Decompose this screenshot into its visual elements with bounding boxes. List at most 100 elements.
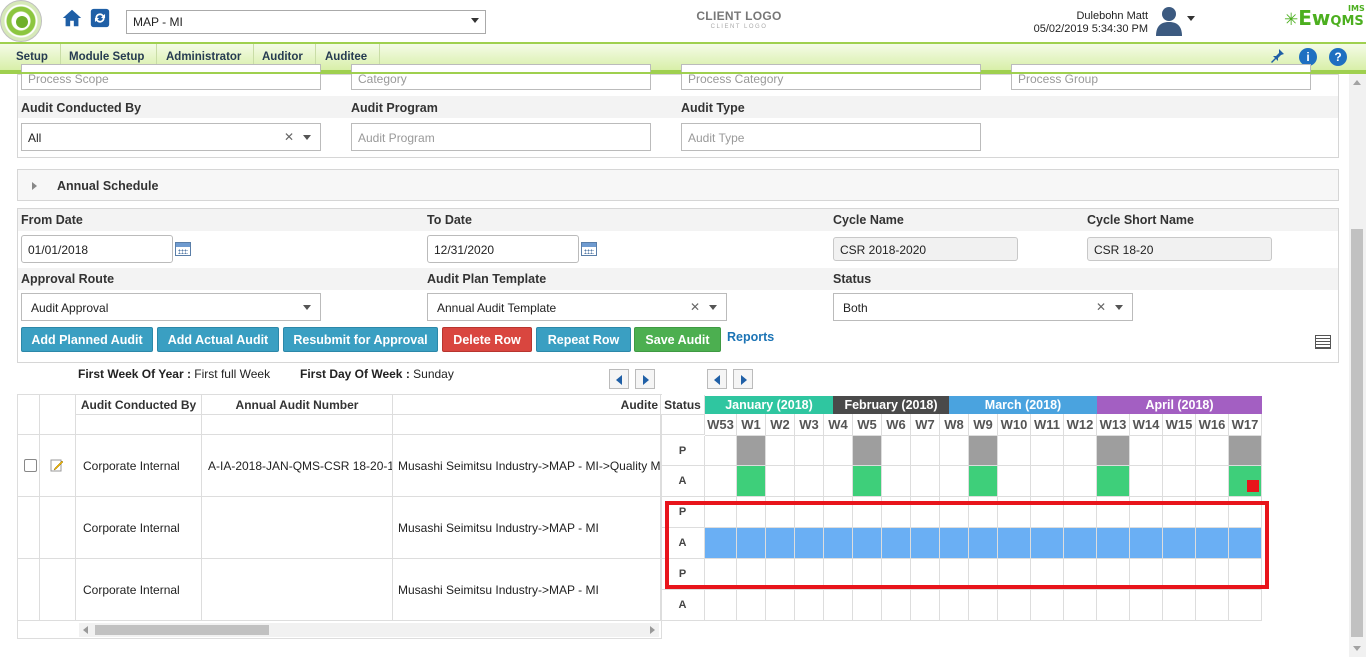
schedule-cell[interactable] (969, 528, 998, 559)
schedule-cell[interactable] (969, 466, 998, 497)
schedule-cell[interactable] (1196, 559, 1229, 590)
row-audit-number[interactable]: A-IA-2018-JAN-QMS-CSR 18-20-1 (202, 435, 393, 497)
schedule-cell[interactable] (911, 436, 940, 466)
schedule-cell[interactable] (1097, 497, 1130, 528)
schedule-cell[interactable] (737, 497, 766, 528)
schedule-cell[interactable] (766, 497, 795, 528)
schedule-cell[interactable] (824, 559, 853, 590)
schedule-cell[interactable] (882, 559, 911, 590)
scrollbar-thumb[interactable] (1351, 229, 1363, 637)
app-logo[interactable] (0, 0, 42, 42)
schedule-cell[interactable] (1130, 528, 1163, 559)
schedule-cell[interactable] (882, 590, 911, 621)
schedule-cell[interactable] (1130, 590, 1163, 621)
resubmit-for-approval-button[interactable]: Resubmit for Approval (283, 327, 438, 352)
schedule-cell[interactable] (1196, 497, 1229, 528)
schedule-cell[interactable] (853, 559, 882, 590)
prev-month-button[interactable] (707, 369, 727, 389)
schedule-cell[interactable] (795, 466, 824, 497)
schedule-cell[interactable] (766, 559, 795, 590)
prev-page-button[interactable] (609, 369, 629, 389)
clear-icon[interactable]: ✕ (1096, 300, 1106, 314)
pin-button[interactable] (1268, 47, 1286, 65)
schedule-cell[interactable] (1196, 528, 1229, 559)
process-category-input[interactable]: Process Category (681, 64, 981, 90)
row-checkbox[interactable] (24, 459, 37, 472)
schedule-cell[interactable] (766, 528, 795, 559)
user-menu-caret-icon[interactable] (1187, 16, 1195, 21)
grid-header-conducted-by[interactable]: Audit Conducted By (76, 395, 202, 415)
schedule-cell[interactable] (795, 528, 824, 559)
next-month-button[interactable] (733, 369, 753, 389)
schedule-cell[interactable] (737, 436, 766, 466)
audit-type-input[interactable]: Audit Type (681, 123, 981, 151)
home-button[interactable] (58, 4, 86, 32)
status-select[interactable]: Both ✕ (833, 293, 1133, 321)
schedule-cell[interactable] (853, 497, 882, 528)
schedule-cell[interactable] (705, 559, 737, 590)
column-list-icon[interactable] (1315, 335, 1331, 349)
schedule-cell[interactable] (998, 590, 1031, 621)
delete-row-button[interactable]: Delete Row (442, 327, 532, 352)
schedule-cell[interactable] (766, 436, 795, 466)
schedule-cell[interactable] (1031, 497, 1064, 528)
schedule-cell[interactable] (1229, 528, 1262, 559)
schedule-cell[interactable] (705, 497, 737, 528)
schedule-cell[interactable] (1097, 528, 1130, 559)
edit-icon[interactable] (50, 458, 64, 472)
schedule-cell[interactable] (1163, 466, 1196, 497)
schedule-cell[interactable] (911, 466, 940, 497)
schedule-cell[interactable] (969, 590, 998, 621)
schedule-cell[interactable] (882, 466, 911, 497)
site-select[interactable]: MAP - MI (126, 10, 486, 34)
schedule-cell[interactable] (1229, 559, 1262, 590)
schedule-cell[interactable] (705, 528, 737, 559)
schedule-cell[interactable] (737, 559, 766, 590)
grid-header-audit-number[interactable]: Annual Audit Number (202, 395, 393, 415)
schedule-cell[interactable] (795, 497, 824, 528)
add-planned-audit-button[interactable]: Add Planned Audit (21, 327, 153, 352)
process-scope-input[interactable]: Process Scope (21, 64, 321, 90)
schedule-cell[interactable] (824, 466, 853, 497)
calendar-icon[interactable] (581, 242, 597, 256)
add-actual-audit-button[interactable]: Add Actual Audit (157, 327, 279, 352)
grid-header-auditee[interactable]: Audite (393, 395, 661, 415)
schedule-cell[interactable] (940, 436, 969, 466)
schedule-cell[interactable] (1064, 559, 1097, 590)
schedule-cell[interactable] (853, 466, 882, 497)
schedule-cell[interactable] (998, 436, 1031, 466)
schedule-cell[interactable] (998, 528, 1031, 559)
schedule-cell[interactable] (1229, 590, 1262, 621)
schedule-cell[interactable] (795, 590, 824, 621)
category-input[interactable]: Category (351, 64, 651, 90)
schedule-cell[interactable] (1163, 497, 1196, 528)
schedule-cell[interactable] (705, 436, 737, 466)
refresh-button[interactable] (86, 4, 114, 32)
from-date-input[interactable]: 01/01/2018 (21, 235, 173, 263)
schedule-cell[interactable] (824, 497, 853, 528)
scroll-up-icon[interactable] (1353, 80, 1361, 85)
scroll-left-icon[interactable] (83, 626, 88, 634)
schedule-cell[interactable] (1031, 559, 1064, 590)
schedule-cell[interactable] (766, 590, 795, 621)
schedule-cell[interactable] (1097, 590, 1130, 621)
schedule-cell[interactable] (1229, 497, 1262, 528)
actual-marker[interactable] (1247, 480, 1259, 492)
cycle-name-input[interactable]: CSR 2018-2020 (833, 237, 1018, 261)
schedule-cell[interactable] (1031, 466, 1064, 497)
chevron-down-icon[interactable] (1115, 305, 1123, 310)
process-group-input[interactable]: Process Group (1011, 64, 1311, 90)
scrollbar-thumb[interactable] (95, 625, 269, 635)
schedule-cell[interactable] (795, 559, 824, 590)
schedule-cell[interactable] (824, 590, 853, 621)
audit-program-input[interactable]: Audit Program (351, 123, 651, 151)
schedule-cell[interactable] (1031, 528, 1064, 559)
schedule-cell[interactable] (766, 466, 795, 497)
schedule-cell[interactable] (911, 559, 940, 590)
schedule-cell[interactable] (853, 528, 882, 559)
audit-conducted-by-select[interactable]: All ✕ (21, 123, 321, 151)
to-date-input[interactable]: 12/31/2020 (427, 235, 579, 263)
approval-route-select[interactable]: Audit Approval (21, 293, 321, 321)
schedule-cell[interactable] (1130, 466, 1163, 497)
schedule-cell[interactable] (911, 497, 940, 528)
